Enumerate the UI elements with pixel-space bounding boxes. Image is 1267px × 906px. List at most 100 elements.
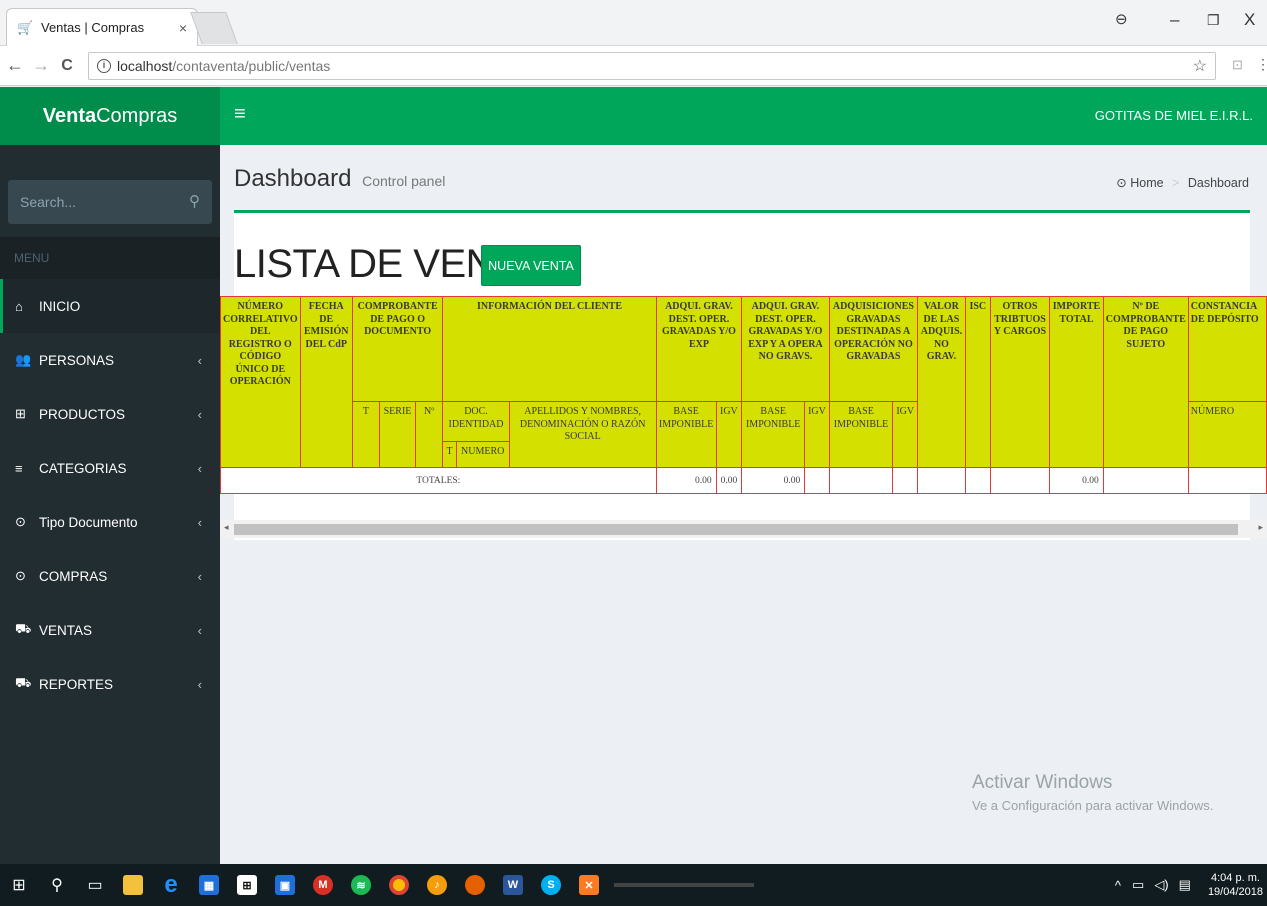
- total-otros: [989, 467, 1051, 494]
- bookmark-star-icon[interactable]: ☆: [1193, 56, 1207, 76]
- search-icon[interactable]: ⚲: [189, 192, 200, 210]
- sidebar-item-personas[interactable]: 👥 PERSONAS ‹: [0, 333, 220, 387]
- col-isc: ISC: [964, 296, 991, 468]
- search-icon[interactable]: ⚲: [38, 864, 76, 906]
- taskbar-clock[interactable]: 4:04 p. m. 19/04/2018: [1208, 871, 1263, 900]
- gmail-icon[interactable]: M: [304, 864, 342, 906]
- edge-icon[interactable]: e: [152, 864, 190, 906]
- ventas-table-container[interactable]: NÚMERO CORRELATIVO DEL REGISTRO O CÓDIGO…: [220, 296, 1267, 518]
- volume-icon[interactable]: ◁): [1154, 877, 1168, 893]
- logo-bold: Venta: [42, 104, 97, 127]
- film-icon[interactable]: ▣: [266, 864, 304, 906]
- col-base-imponible-2: BASE IMPONIBLE: [741, 401, 806, 468]
- extension-icon[interactable]: ⊡: [1232, 57, 1243, 73]
- breadcrumb-current: Dashboard: [1187, 176, 1249, 190]
- total-base-1: 0.00: [655, 467, 717, 494]
- app-logo[interactable]: Venta Compras: [0, 87, 220, 145]
- system-tray: ^ ▭ ◁) ▤ 4:04 p. m. 19/04/2018: [1109, 864, 1263, 906]
- total-igv-3: [892, 467, 919, 494]
- total-constancia: [1187, 467, 1267, 494]
- chevron-left-icon: ‹: [197, 460, 202, 476]
- sidebar-item-compras[interactable]: ⊙ COMPRAS ‹: [0, 549, 220, 603]
- profile-icon[interactable]: ⊖: [1115, 10, 1128, 28]
- company-name[interactable]: GOTITAS DE MIEL E.I.R.L.: [1095, 108, 1253, 123]
- chevron-left-icon: ‹: [197, 352, 202, 368]
- shopping-bag-icon[interactable]: ⊞: [228, 864, 266, 906]
- sidebar-item-categorias[interactable]: ≡ CATEGORIAS ‹: [0, 441, 220, 495]
- users-icon: 👥: [15, 352, 32, 367]
- browser-tab[interactable]: 🛒 Ventas | Compras ×: [6, 8, 198, 46]
- col-informacion-cliente: INFORMACIÓN DEL CLIENTE: [442, 296, 657, 402]
- taskbar-separator: [614, 883, 754, 887]
- sidebar-search-input[interactable]: Search... ⚲: [8, 180, 212, 224]
- sidebar-item-productos[interactable]: ⊞ PRODUCTOS ‹: [0, 387, 220, 441]
- fl-studio-icon[interactable]: ♪: [418, 864, 456, 906]
- minimize-button[interactable]: –: [1170, 10, 1179, 30]
- firefox-icon[interactable]: [456, 864, 494, 906]
- network-icon[interactable]: ▭: [1132, 877, 1144, 893]
- browser-menu-icon[interactable]: ⋮: [1256, 56, 1267, 73]
- col-importe-total: IMPORTE TOTAL: [1049, 296, 1104, 468]
- cart-icon: ⛟: [15, 621, 32, 636]
- col-apellidos-nombres: APELLIDOS Y NOMBRES, DENOMINACIÓN O RAZÓ…: [508, 401, 657, 468]
- scrollbar-thumb[interactable]: [234, 524, 1238, 535]
- breadcrumb: ⊙ Home > Dashboard: [1116, 175, 1249, 190]
- chevron-left-icon: ‹: [197, 676, 202, 692]
- word-icon[interactable]: W: [494, 864, 532, 906]
- forward-button[interactable]: →: [30, 55, 52, 76]
- total-base-3: [828, 467, 894, 494]
- col-no: Nº: [414, 401, 444, 468]
- windows-start-icon[interactable]: ⊞: [0, 864, 38, 906]
- totales-row: TOTALES: 0.00 0.00 0.00 0.00: [220, 467, 1267, 494]
- col-doc-numero: NUMERO: [455, 441, 510, 468]
- spotify-icon[interactable]: ≋: [342, 864, 380, 906]
- page-title: Dashboard Control panel: [234, 165, 445, 193]
- list-icon: ≡: [15, 460, 23, 476]
- notification-icon[interactable]: ▤: [1179, 877, 1191, 893]
- sidebar-item-reportes[interactable]: ⛟ REPORTES ‹: [0, 657, 220, 711]
- xampp-icon[interactable]: ✕: [570, 864, 608, 906]
- logo-rest: Compras: [96, 104, 178, 127]
- sidebar-item-inicio[interactable]: ⌂ INICIO: [0, 279, 220, 333]
- col-n-comprobante: Nº DE COMPROBANTE DE PAGO SUJETO: [1102, 296, 1189, 468]
- ventas-table: NÚMERO CORRELATIVO DEL REGISTRO O CÓDIGO…: [220, 296, 1267, 494]
- col-adquisiciones-no-grav: ADQUISICIONES GRAVADAS DESTINADAS A OPER…: [828, 296, 919, 402]
- address-bar-row: ← → C i localhost/contaventa/public/vent…: [0, 46, 1267, 86]
- reload-button[interactable]: C: [56, 57, 78, 75]
- chevron-left-icon: ‹: [197, 406, 202, 422]
- watermark-line2: Ve a Configuración para activar Windows.: [972, 798, 1214, 813]
- scroll-right-arrow-icon[interactable]: ▸: [1258, 522, 1263, 533]
- favicon-icon: 🛒: [17, 19, 34, 35]
- sidebar-toggle-icon[interactable]: ≡: [234, 103, 246, 126]
- maximize-button[interactable]: ❐: [1207, 12, 1220, 29]
- col-base-imponible-1: BASE IMPONIBLE: [655, 401, 717, 468]
- sidebar: Search... ⚲ MENU ⌂ INICIO 👥 PERSONAS ‹ ⊞…: [0, 145, 220, 864]
- total-isc: [964, 467, 991, 494]
- horizontal-scrollbar[interactable]: ◂ ▸: [220, 520, 1267, 538]
- close-window-button[interactable]: X: [1244, 10, 1255, 30]
- nueva-venta-button[interactable]: NUEVA VENTA: [481, 245, 581, 286]
- skype-icon[interactable]: S: [532, 864, 570, 906]
- page-title-text: Dashboard: [234, 165, 352, 192]
- sidebar-item-tipo-documento[interactable]: ⊙ Tipo Documento ‹: [0, 495, 220, 549]
- col-base-imponible-3: BASE IMPONIBLE: [828, 401, 894, 468]
- scroll-left-arrow-icon[interactable]: ◂: [224, 522, 229, 533]
- col-comprobante: COMPROBANTE DE PAGO O DOCUMENTO: [351, 296, 444, 402]
- tab-close-icon[interactable]: ×: [179, 20, 187, 36]
- chrome-icon[interactable]: [380, 864, 418, 906]
- sidebar-item-label: INICIO: [39, 298, 81, 314]
- url-bar[interactable]: i localhost/contaventa/public/ventas ☆: [88, 52, 1216, 80]
- store-icon[interactable]: ▦: [190, 864, 228, 906]
- sidebar-item-ventas[interactable]: ⛟ VENTAS ‹: [0, 603, 220, 657]
- col-adqui-grav-2: ADQUI. GRAV. DEST. OPER. GRAVADAS Y/O EX…: [741, 296, 830, 402]
- task-view-icon[interactable]: ▭: [76, 864, 114, 906]
- breadcrumb-home[interactable]: Home: [1130, 176, 1163, 190]
- col-numero-constancia: NÚMERO: [1187, 401, 1267, 468]
- info-icon[interactable]: i: [97, 59, 111, 73]
- dashboard-icon: ⊙: [1116, 176, 1127, 190]
- back-button[interactable]: ←: [4, 55, 26, 76]
- file-explorer-icon[interactable]: [114, 864, 152, 906]
- page-subtitle: Control panel: [362, 173, 446, 189]
- tray-chevron-icon[interactable]: ^: [1115, 878, 1121, 893]
- col-igv-2: IGV: [804, 401, 830, 468]
